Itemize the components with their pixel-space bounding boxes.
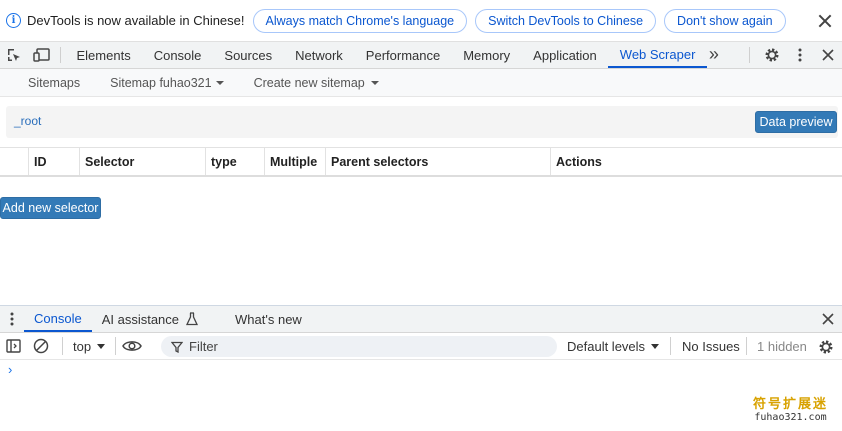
drawer-tab-whats-new[interactable]: What's new bbox=[225, 306, 312, 332]
site-watermark: 符号扩展迷 fuhao321.com bbox=[753, 393, 828, 423]
match-chrome-language-button[interactable]: Always match Chrome's language bbox=[252, 8, 468, 33]
flask-icon bbox=[186, 312, 199, 326]
inspect-element-icon[interactable] bbox=[0, 42, 28, 68]
caret-down-icon bbox=[370, 80, 379, 85]
breadcrumb: _root bbox=[6, 106, 838, 138]
drawer-menu-icon[interactable] bbox=[0, 306, 24, 332]
nav-sitemap-label: Sitemap fuhao321 bbox=[110, 75, 212, 90]
nav-create-label: Create new sitemap bbox=[253, 75, 365, 90]
device-toolbar-icon[interactable] bbox=[28, 42, 56, 68]
context-selector[interactable]: top bbox=[73, 338, 106, 354]
filter-icon bbox=[171, 341, 183, 353]
drawer-tab-ai-label: AI assistance bbox=[101, 311, 180, 327]
tab-application[interactable]: Application bbox=[522, 42, 609, 68]
close-devtools-icon[interactable] bbox=[814, 42, 842, 68]
nav-sitemaps[interactable]: Sitemaps bbox=[28, 76, 80, 90]
drawer-tab-ai-assistance[interactable]: AI assistance bbox=[92, 306, 209, 332]
tab-memory[interactable]: Memory bbox=[452, 42, 522, 68]
close-icon[interactable] bbox=[818, 14, 832, 28]
close-drawer-icon[interactable] bbox=[814, 306, 842, 332]
nav-create-sitemap-dropdown[interactable]: Create new sitemap bbox=[254, 76, 379, 90]
col-multiple: Multiple bbox=[264, 148, 325, 175]
selector-table-header: ID Selector type Multiple Parent selecto… bbox=[0, 147, 842, 177]
tab-web-scraper[interactable]: Web Scraper bbox=[608, 42, 707, 68]
eye-icon[interactable] bbox=[116, 339, 148, 353]
col-selector: Selector bbox=[79, 148, 205, 175]
language-infobar: i DevTools is now available in Chinese! … bbox=[0, 0, 842, 42]
toolbar-separator bbox=[746, 337, 747, 355]
context-label: top bbox=[73, 338, 92, 354]
hidden-count: 1 hidden bbox=[757, 338, 807, 354]
caret-down-icon bbox=[215, 80, 224, 85]
info-icon: i bbox=[6, 13, 21, 28]
caret-down-icon bbox=[651, 343, 660, 349]
scraper-nav: Sitemaps Sitemap fuhao321 Create new sit… bbox=[0, 69, 842, 97]
sidebar-toggle-icon[interactable] bbox=[0, 339, 26, 353]
caret-down-icon bbox=[97, 343, 106, 349]
tab-sources[interactable]: Sources bbox=[213, 42, 284, 68]
double-chevron-icon[interactable]: » bbox=[707, 42, 725, 68]
col-actions: Actions bbox=[550, 148, 842, 175]
tab-console[interactable]: Console bbox=[142, 42, 213, 68]
infobar-message: DevTools is now available in Chinese! bbox=[27, 13, 245, 28]
drawer-tabbar: Console AI assistance What's new bbox=[0, 305, 842, 333]
col-id: ID bbox=[28, 148, 79, 175]
col-type: type bbox=[205, 148, 264, 175]
tab-performance[interactable]: Performance bbox=[354, 42, 451, 68]
tab-network[interactable]: Network bbox=[284, 42, 355, 68]
data-preview-button[interactable]: Data preview bbox=[755, 111, 837, 133]
tab-elements[interactable]: Elements bbox=[65, 42, 142, 68]
toolbar-separator bbox=[748, 47, 750, 63]
watermark-en: fuhao321.com bbox=[754, 412, 827, 423]
issues-counter[interactable]: No Issues bbox=[682, 339, 740, 354]
devtools-tabbar: Elements Console Sources Network Perform… bbox=[0, 42, 842, 69]
toolbar-separator bbox=[670, 337, 671, 355]
log-levels-label: Default levels bbox=[567, 338, 646, 354]
toolbar-separator bbox=[62, 337, 63, 355]
gear-icon[interactable] bbox=[758, 42, 786, 68]
console-filter bbox=[161, 336, 557, 357]
toolbar-separator bbox=[60, 47, 61, 63]
breadcrumb-root-link[interactable]: _root bbox=[14, 114, 41, 128]
col-parent-selectors: Parent selectors bbox=[325, 148, 550, 175]
switch-to-chinese-button[interactable]: Switch DevTools to Chinese bbox=[475, 8, 657, 33]
nav-sitemap-dropdown[interactable]: Sitemap fuhao321 bbox=[110, 75, 224, 90]
log-levels-dropdown[interactable]: Default levels bbox=[567, 338, 660, 354]
watermark-cn: 符号扩展迷 bbox=[752, 397, 828, 412]
kebab-menu-icon[interactable] bbox=[786, 42, 814, 68]
add-new-selector-button[interactable]: Add new selector bbox=[0, 197, 101, 219]
console-prompt[interactable]: › bbox=[8, 362, 12, 377]
console-filter-input[interactable] bbox=[189, 339, 549, 354]
dont-show-again-button[interactable]: Don't show again bbox=[664, 8, 786, 33]
col-checkbox bbox=[0, 148, 28, 175]
drawer-tab-console[interactable]: Console bbox=[24, 306, 92, 332]
console-settings-gear-icon[interactable] bbox=[814, 337, 838, 357]
clear-console-icon[interactable] bbox=[26, 338, 56, 354]
